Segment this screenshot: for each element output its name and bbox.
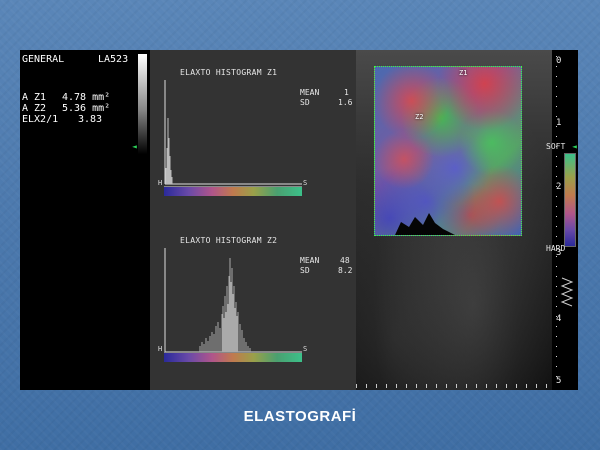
focus-marker-icon [560,277,574,307]
depth-mark: 5 [556,376,562,386]
bottom-scale-ticks [356,384,552,388]
depth-mark: 0 [556,56,562,66]
histogram2-s-label: S [303,345,308,353]
general-label: GENERAL [22,54,65,65]
histogram2-plot [164,248,302,353]
histogram2-title: ELAXTO HISTOGRAM Z2 [180,236,278,245]
histogram2-mean-value: 48 [340,256,350,265]
grey-map-bar [138,54,147,154]
ultrasound-screen: GENERAL LA523 A Z1 4.78 mm² A Z2 5.36 mm… [20,50,578,390]
measurement-label: ELX2/1 [22,114,59,125]
histogram2-colorbar [164,352,302,362]
measurement-value: 3.83 [78,114,103,125]
green-arrow-icon: ◄ [132,142,137,151]
measurement-value: 5.36 mm² [62,103,111,114]
probe-label: LA523 [98,54,129,65]
roi-shadow-shape [395,213,455,235]
histogram2-sd-value: 8.2 [338,266,353,275]
green-arrow-icon: ◄ [572,142,577,151]
histogram2-h-label: H [158,345,163,353]
histogram1-colorbar [164,186,302,196]
histogram1-mean-value: 1 [344,88,349,97]
histogram1-title: ELAXTO HISTOGRAM Z1 [180,68,278,77]
depth-ruler [556,56,557,386]
scale-hard-label: HARD [546,244,566,253]
histogram1-s-label: S [303,179,308,187]
scale-soft-label: SOFT [546,142,566,151]
histogram1-sd-value: 1.6 [338,98,353,107]
histogram-panel: ELAXTO HISTOGRAM Z1 MEAN 1 SD 1.6 H S EL… [150,50,356,390]
histogram1-h-label: H [158,179,163,187]
elasticity-color-scale [564,153,576,247]
slide-caption: ELASTOGRAFİ [243,408,357,425]
measurement-label: A Z1 [22,92,47,103]
elastography-roi[interactable]: Z1 Z2 [374,66,522,236]
depth-mark: 2 [556,182,562,192]
histogram1-plot [164,80,302,185]
measurement-value: 4.78 mm² [62,92,111,103]
measurement-label: A Z2 [22,103,47,114]
depth-mark: 1 [556,118,562,128]
depth-mark: 4 [556,314,562,324]
